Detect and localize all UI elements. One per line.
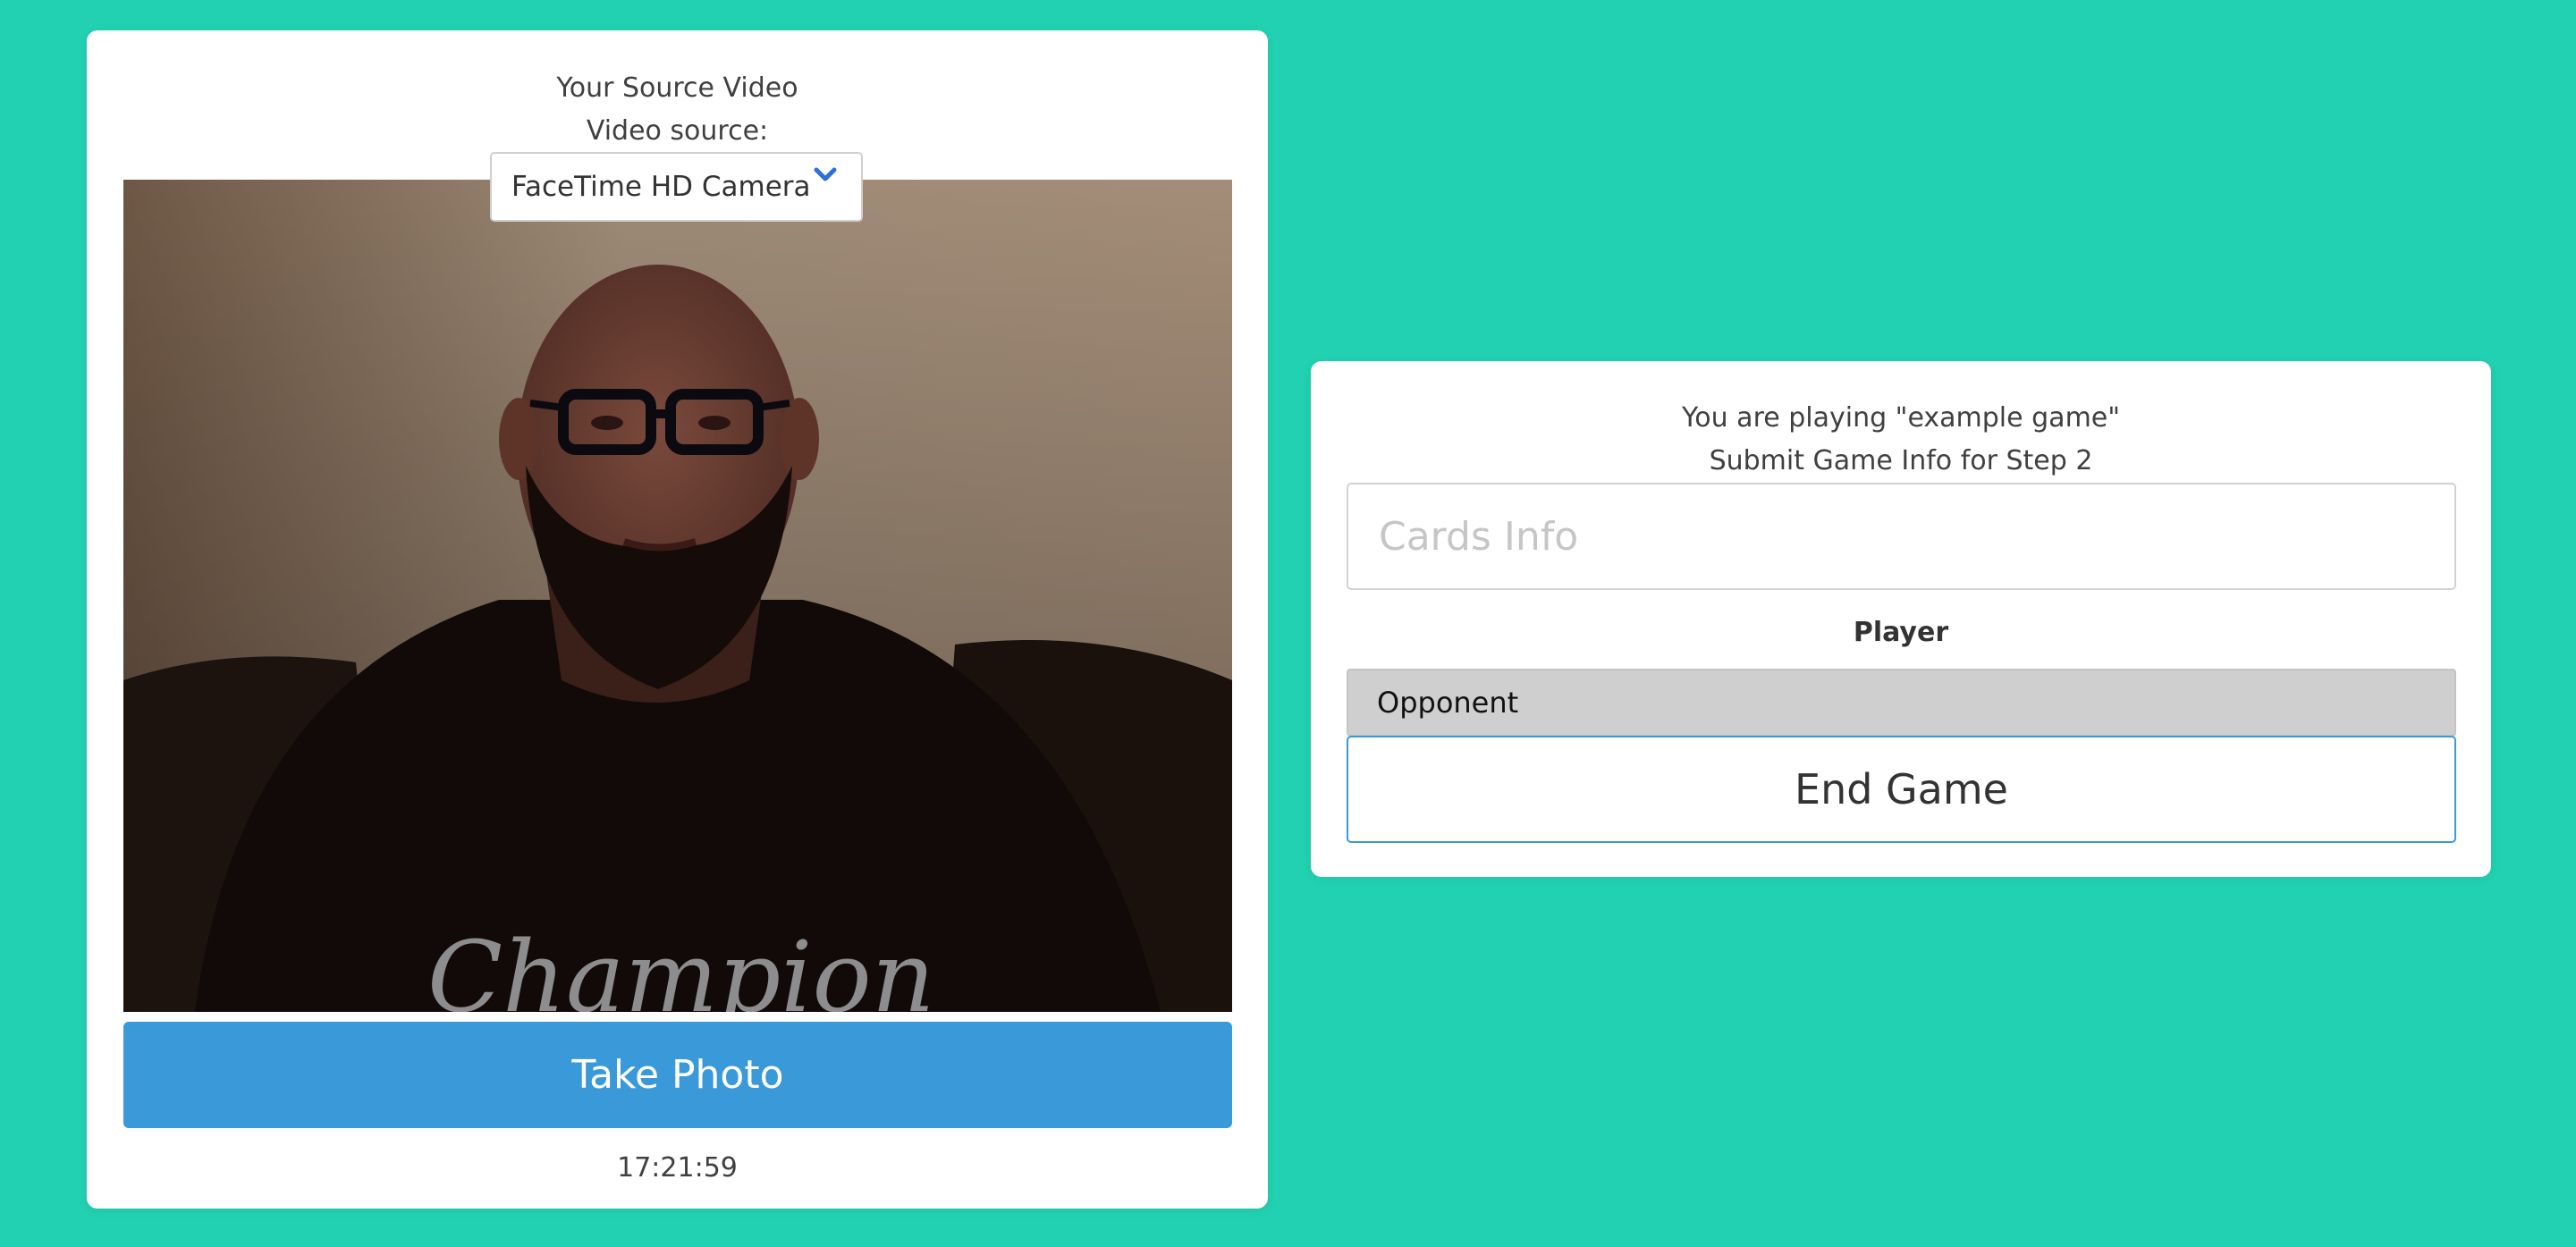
video-panel-title: Your Source Video xyxy=(556,72,798,104)
take-photo-button[interactable]: Take Photo xyxy=(123,1022,1232,1128)
video-source-label: Video source: xyxy=(586,115,769,147)
end-game-button[interactable]: End Game xyxy=(1347,736,2456,843)
shirt-logo-text: Champion xyxy=(427,920,935,1012)
chevron-down-icon[interactable] xyxy=(812,161,839,188)
player-option-opponent[interactable]: Opponent xyxy=(1347,669,2456,737)
cards-info-input[interactable] xyxy=(1347,483,2456,590)
video-source-select[interactable]: FaceTime HD Camera xyxy=(490,152,863,222)
step-instruction-text: Submit Game Info for Step 2 xyxy=(1709,445,2093,476)
game-info-panel: You are playing "example game" Submit Ga… xyxy=(1311,361,2491,877)
webcam-image: Champion xyxy=(123,180,1232,1012)
webcam-video-feed: Champion xyxy=(123,180,1232,1012)
playing-game-text: You are playing "example game" xyxy=(1681,402,2121,434)
player-label: Player xyxy=(1853,617,1949,648)
timestamp: 17:21:59 xyxy=(617,1152,738,1184)
video-panel: Your Source Video Video source: FaceTime… xyxy=(87,30,1268,1209)
